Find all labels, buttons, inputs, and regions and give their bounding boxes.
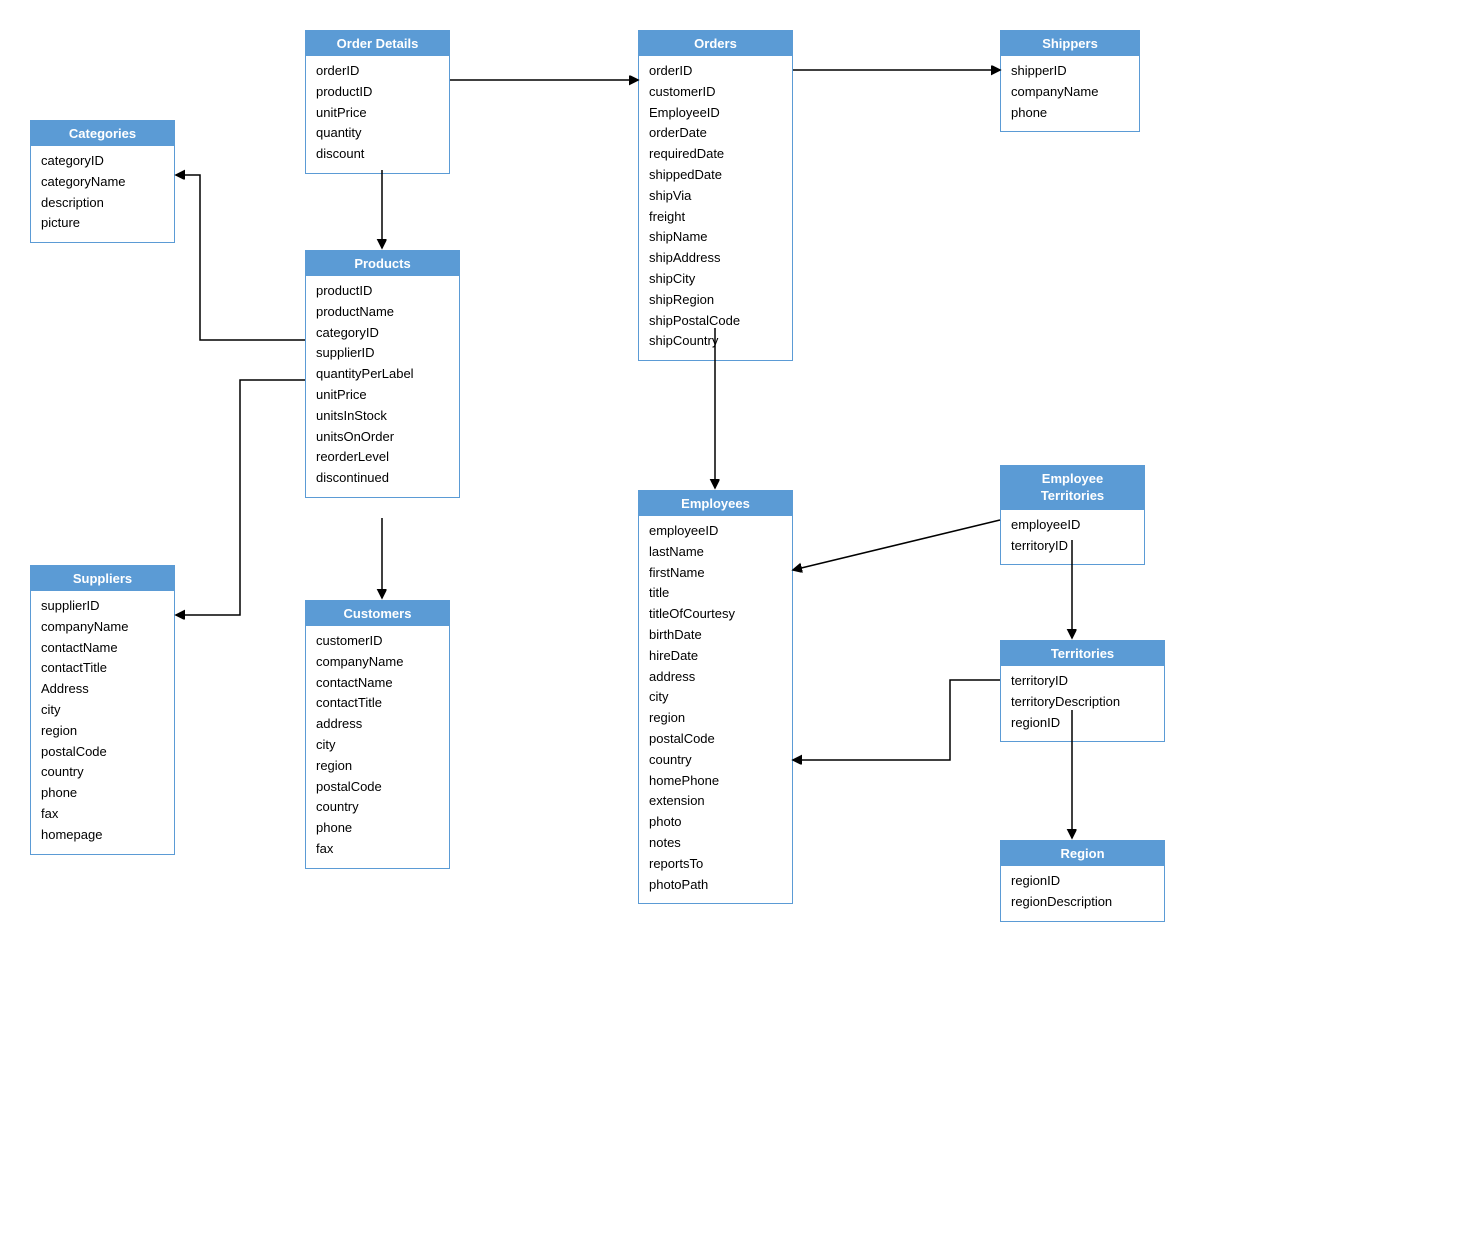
customers-body: customerIDcompanyNamecontactNamecontactT… — [306, 626, 449, 868]
shippers-header: Shippers — [1001, 31, 1139, 56]
orders-header: Orders — [639, 31, 792, 56]
region-header: Region — [1001, 841, 1164, 866]
employees-header: Employees — [639, 491, 792, 516]
order-details-body: orderIDproductIDunitPricequantitydiscoun… — [306, 56, 449, 173]
suppliers-header: Suppliers — [31, 566, 174, 591]
employee-territories-table: EmployeeTerritories employeeIDterritoryI… — [1000, 465, 1145, 565]
territories-table: Territories territoryIDterritoryDescript… — [1000, 640, 1165, 742]
shippers-body: shipperIDcompanyNamephone — [1001, 56, 1139, 131]
territories-body: territoryIDterritoryDescriptionregionID — [1001, 666, 1164, 741]
order-details-table: Order Details orderIDproductIDunitPriceq… — [305, 30, 450, 174]
categories-body: categoryIDcategoryNamedescriptionpicture — [31, 146, 174, 242]
employees-body: employeeIDlastNamefirstNametitletitleOfC… — [639, 516, 792, 903]
orders-body: orderIDcustomerIDEmployeeIDorderDaterequ… — [639, 56, 792, 360]
customers-table: Customers customerIDcompanyNamecontactNa… — [305, 600, 450, 869]
products-table: Products productIDproductNamecategoryIDs… — [305, 250, 460, 498]
orders-table: Orders orderIDcustomerIDEmployeeIDorderD… — [638, 30, 793, 361]
products-body: productIDproductNamecategoryIDsupplierID… — [306, 276, 459, 497]
customers-header: Customers — [306, 601, 449, 626]
suppliers-table: Suppliers supplierIDcompanyNamecontactNa… — [30, 565, 175, 855]
products-header: Products — [306, 251, 459, 276]
region-table: Region regionIDregionDescription — [1000, 840, 1165, 922]
order-details-header: Order Details — [306, 31, 449, 56]
employee-territories-body: employeeIDterritoryID — [1001, 510, 1144, 565]
region-body: regionIDregionDescription — [1001, 866, 1164, 921]
employees-table: Employees employeeIDlastNamefirstNametit… — [638, 490, 793, 904]
shippers-table: Shippers shipperIDcompanyNamephone — [1000, 30, 1140, 132]
suppliers-body: supplierIDcompanyNamecontactNamecontactT… — [31, 591, 174, 854]
territories-header: Territories — [1001, 641, 1164, 666]
categories-header: Categories — [31, 121, 174, 146]
employee-territories-header: EmployeeTerritories — [1001, 466, 1144, 510]
categories-table: Categories categoryIDcategoryNamedescrip… — [30, 120, 175, 243]
